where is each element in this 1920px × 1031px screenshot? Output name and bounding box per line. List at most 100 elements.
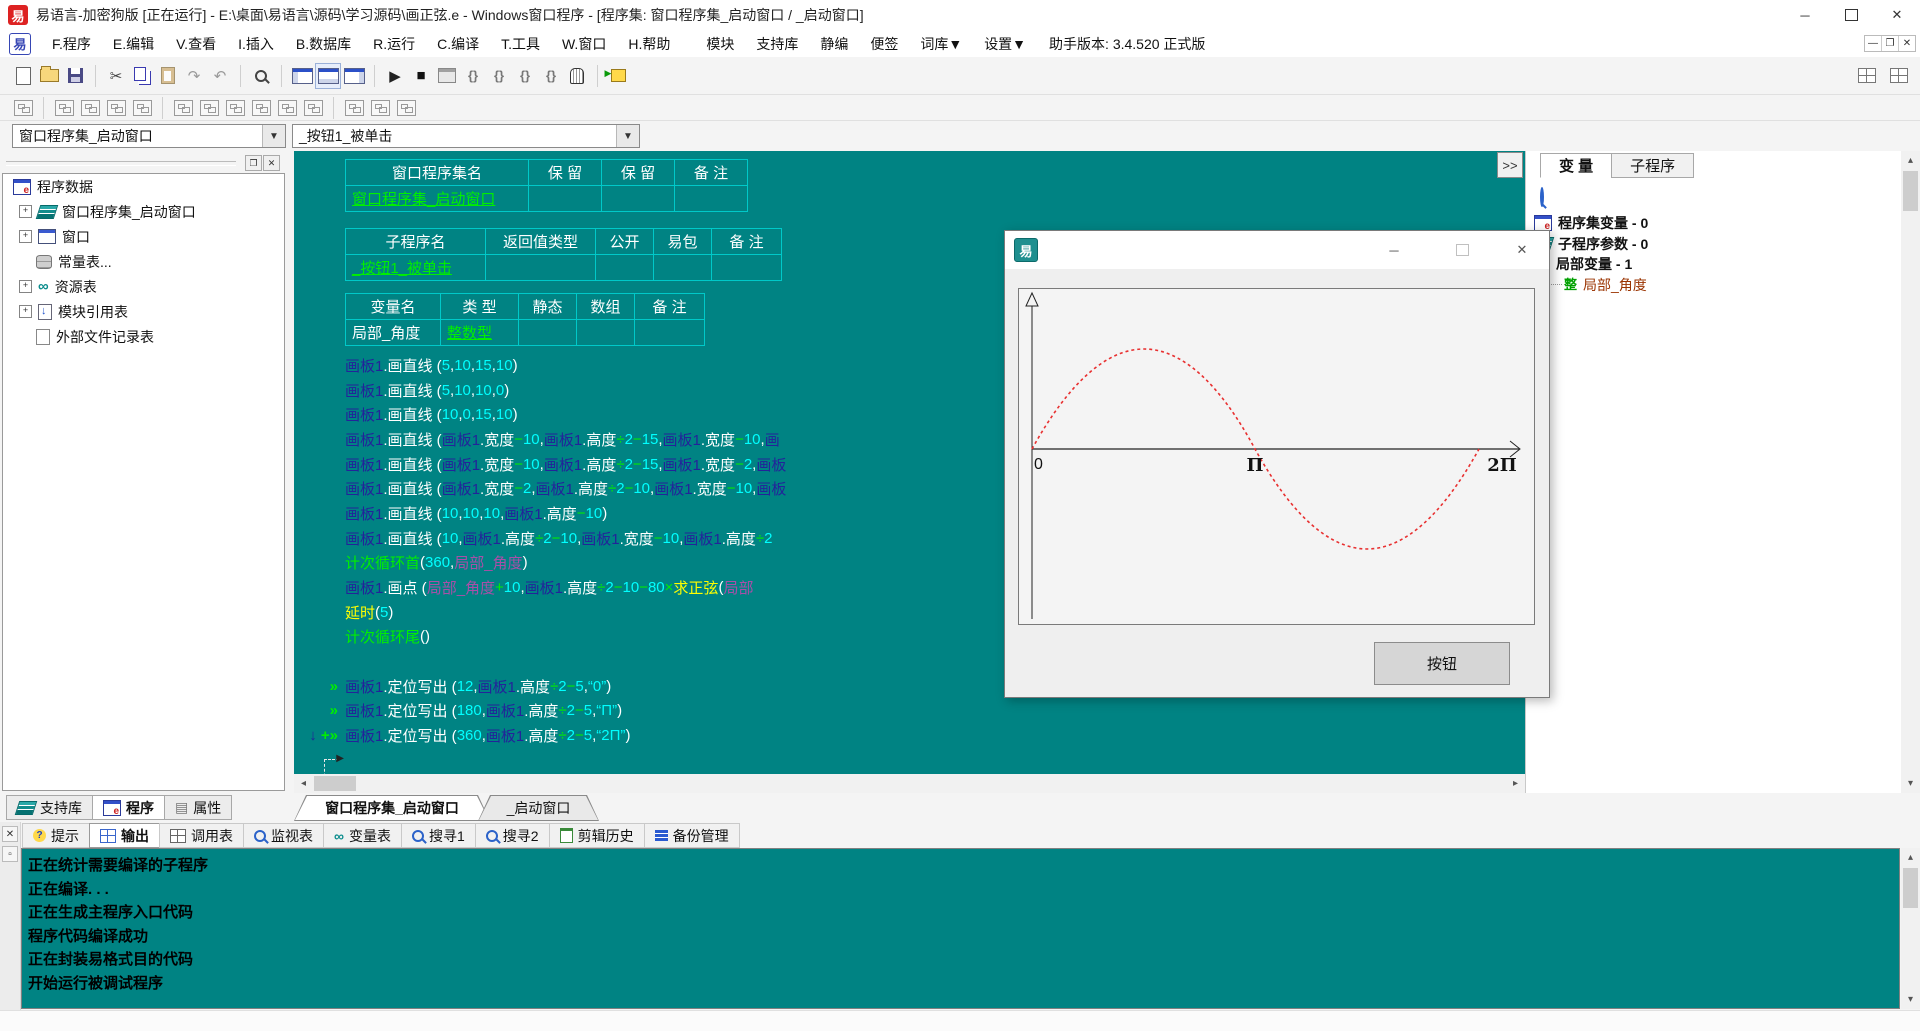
same-width-icon[interactable] [341, 95, 367, 121]
menu-item[interactable]: 便签 [859, 34, 909, 54]
undo-icon[interactable]: ↶ [207, 63, 233, 89]
cut-icon[interactable]: ✂ [103, 63, 129, 89]
space-equal-v-icon[interactable] [300, 95, 326, 121]
step-next-icon[interactable]: {} [486, 63, 512, 89]
dock-tab-输出[interactable]: 输出 [89, 823, 160, 848]
align-left-icon[interactable] [51, 95, 77, 121]
tree-item-root[interactable]: 程序数据 [3, 174, 284, 199]
menu-item[interactable]: 模块 [695, 34, 745, 54]
table-cell[interactable] [596, 255, 654, 281]
menu-item[interactable]: I.插入 [227, 34, 285, 54]
align-bottom-icon[interactable] [129, 95, 155, 121]
table-cell[interactable] [519, 320, 577, 346]
copy-icon[interactable] [129, 63, 155, 89]
search-icon[interactable] [1540, 189, 1544, 205]
tab-支持库[interactable]: 支持库 [6, 795, 93, 820]
step-exit-icon[interactable]: {} [538, 63, 564, 89]
scroll-up-icon[interactable]: ▴ [1901, 151, 1920, 170]
dock-tab-搜寻2[interactable]: 搜寻2 [475, 823, 550, 848]
table-cell[interactable]: 窗口程序集_启动窗口 [346, 186, 529, 212]
align-middle-h-icon[interactable] [222, 95, 248, 121]
dock-pin-icon[interactable]: ▫ [2, 846, 18, 862]
dock-tab-搜寻1[interactable]: 搜寻1 [401, 823, 476, 848]
method-combobox-dropdown-icon[interactable]: ▼ [616, 125, 639, 147]
variable-item[interactable]: 子程序参数 - 0 [1534, 234, 1894, 255]
tree-item-常量表...[interactable]: 常量表... [3, 249, 284, 274]
right-panel-scrollbar[interactable]: ▴ ▾ [1901, 151, 1920, 793]
align-right-icon[interactable] [77, 95, 103, 121]
menu-item[interactable]: H.帮助 [617, 34, 681, 54]
redo-icon[interactable]: ↷ [181, 63, 207, 89]
tab-子程序[interactable]: 子程序 [1611, 153, 1694, 178]
scroll-left-icon[interactable]: ◂ [294, 774, 313, 793]
tree-item-外部文件记录表[interactable]: 外部文件记录表 [3, 324, 284, 349]
menu-item[interactable]: 词库▼ [909, 34, 973, 54]
output-scrollbar[interactable]: ▴ ▾ [1901, 848, 1920, 1009]
scroll-right-icon[interactable]: ▸ [1506, 774, 1525, 793]
program-close-button[interactable]: ✕ [1505, 231, 1539, 269]
code-line[interactable]: ↓ +»画板1.定位写出 (360, 画板1.高度 ÷ 2 − 5, “2Π”) [294, 723, 1525, 748]
scrollbar-thumb[interactable] [1903, 171, 1918, 211]
menu-item[interactable]: 静编 [809, 34, 859, 54]
panel-expander-button[interactable]: >> [1497, 152, 1523, 178]
table-cell[interactable] [577, 320, 635, 346]
dock-tab-提示[interactable]: ?提示 [22, 823, 90, 848]
table-cell[interactable] [654, 255, 712, 281]
program-minimize-button[interactable]: ─ [1377, 231, 1411, 269]
center-horizontal-icon[interactable] [170, 95, 196, 121]
mdi-minimize-button[interactable]: — [1865, 36, 1881, 51]
close-button[interactable]: ✕ [1874, 0, 1920, 30]
menu-item[interactable]: V.查看 [165, 34, 227, 54]
minimize-button[interactable]: ─ [1782, 0, 1828, 30]
align-middle-v-icon[interactable] [248, 95, 274, 121]
code-line[interactable]: »画板1.定位写出 (180, 画板1.高度 ÷ 2 − 5, “Π”) [294, 699, 1525, 724]
layout-bottom-icon[interactable] [315, 63, 341, 89]
dock-tab-调用表[interactable]: 调用表 [159, 823, 244, 848]
tab-属性[interactable]: ▤属性 [164, 795, 232, 820]
center-vertical-icon[interactable] [196, 95, 222, 121]
scrollbar-thumb[interactable] [1903, 868, 1918, 908]
dock-tab-备份管理[interactable]: 备份管理 [644, 823, 740, 848]
insert-control-icon[interactable] [605, 63, 631, 89]
table-cell[interactable] [529, 186, 602, 212]
panel-float-button[interactable]: ❐ [245, 155, 262, 171]
tree-expander-icon[interactable]: + [19, 280, 32, 293]
table-cell[interactable]: _按钮1_被单击 [346, 255, 486, 281]
editor-tab-窗口程序集_启动窗口[interactable]: 窗口程序集_启动窗口 [294, 795, 490, 821]
step-out-icon[interactable]: {} [512, 63, 538, 89]
layout-left-icon[interactable] [289, 63, 315, 89]
program-button[interactable]: 按钮 [1374, 642, 1510, 685]
dock-close-icon[interactable]: ✕ [2, 826, 18, 842]
tree-item-资源表[interactable]: +∞资源表 [3, 274, 284, 299]
stop-icon[interactable]: ■ [408, 63, 434, 89]
paste-icon[interactable] [155, 63, 181, 89]
same-height-icon[interactable] [367, 95, 393, 121]
panel-close-button[interactable]: ✕ [263, 155, 280, 171]
drag-hand-icon[interactable] [564, 63, 590, 89]
save-icon[interactable] [62, 63, 88, 89]
editor-tab-_启动窗口[interactable]: _启动窗口 [478, 795, 599, 821]
menu-item[interactable]: W.窗口 [551, 34, 617, 54]
window-list-icon[interactable] [1854, 63, 1880, 89]
tree-expander-icon[interactable]: + [19, 305, 32, 318]
layout-right-icon[interactable] [341, 63, 367, 89]
tab-程序[interactable]: 程序 [92, 795, 165, 820]
scroll-up-icon[interactable]: ▴ [1901, 848, 1920, 867]
mdi-restore-button[interactable]: ❐ [1881, 36, 1898, 51]
menu-item[interactable]: R.运行 [362, 34, 426, 54]
mdi-close-button[interactable]: ✕ [1898, 36, 1915, 51]
tree-item-窗口[interactable]: +窗口 [3, 224, 284, 249]
new-icon[interactable] [10, 63, 36, 89]
variable-item[interactable]: 局部变量 - 1 [1534, 254, 1894, 275]
tree-item-模块引用表[interactable]: +模块引用表 [3, 299, 284, 324]
tree-expander-icon[interactable]: + [19, 205, 32, 218]
debug-window-icon[interactable] [434, 63, 460, 89]
form-edit-icon[interactable] [10, 95, 36, 121]
menu-item[interactable]: T.工具 [490, 34, 551, 54]
editor-horizontal-scrollbar[interactable]: ◂ ▸ [294, 774, 1525, 793]
tree-item-窗口程序集_启动窗口[interactable]: +窗口程序集_启动窗口 [3, 199, 284, 224]
align-top-icon[interactable] [103, 95, 129, 121]
resource-view-icon[interactable] [1886, 63, 1912, 89]
menu-item[interactable]: 支持库 [745, 34, 809, 54]
table-cell[interactable] [635, 320, 705, 346]
